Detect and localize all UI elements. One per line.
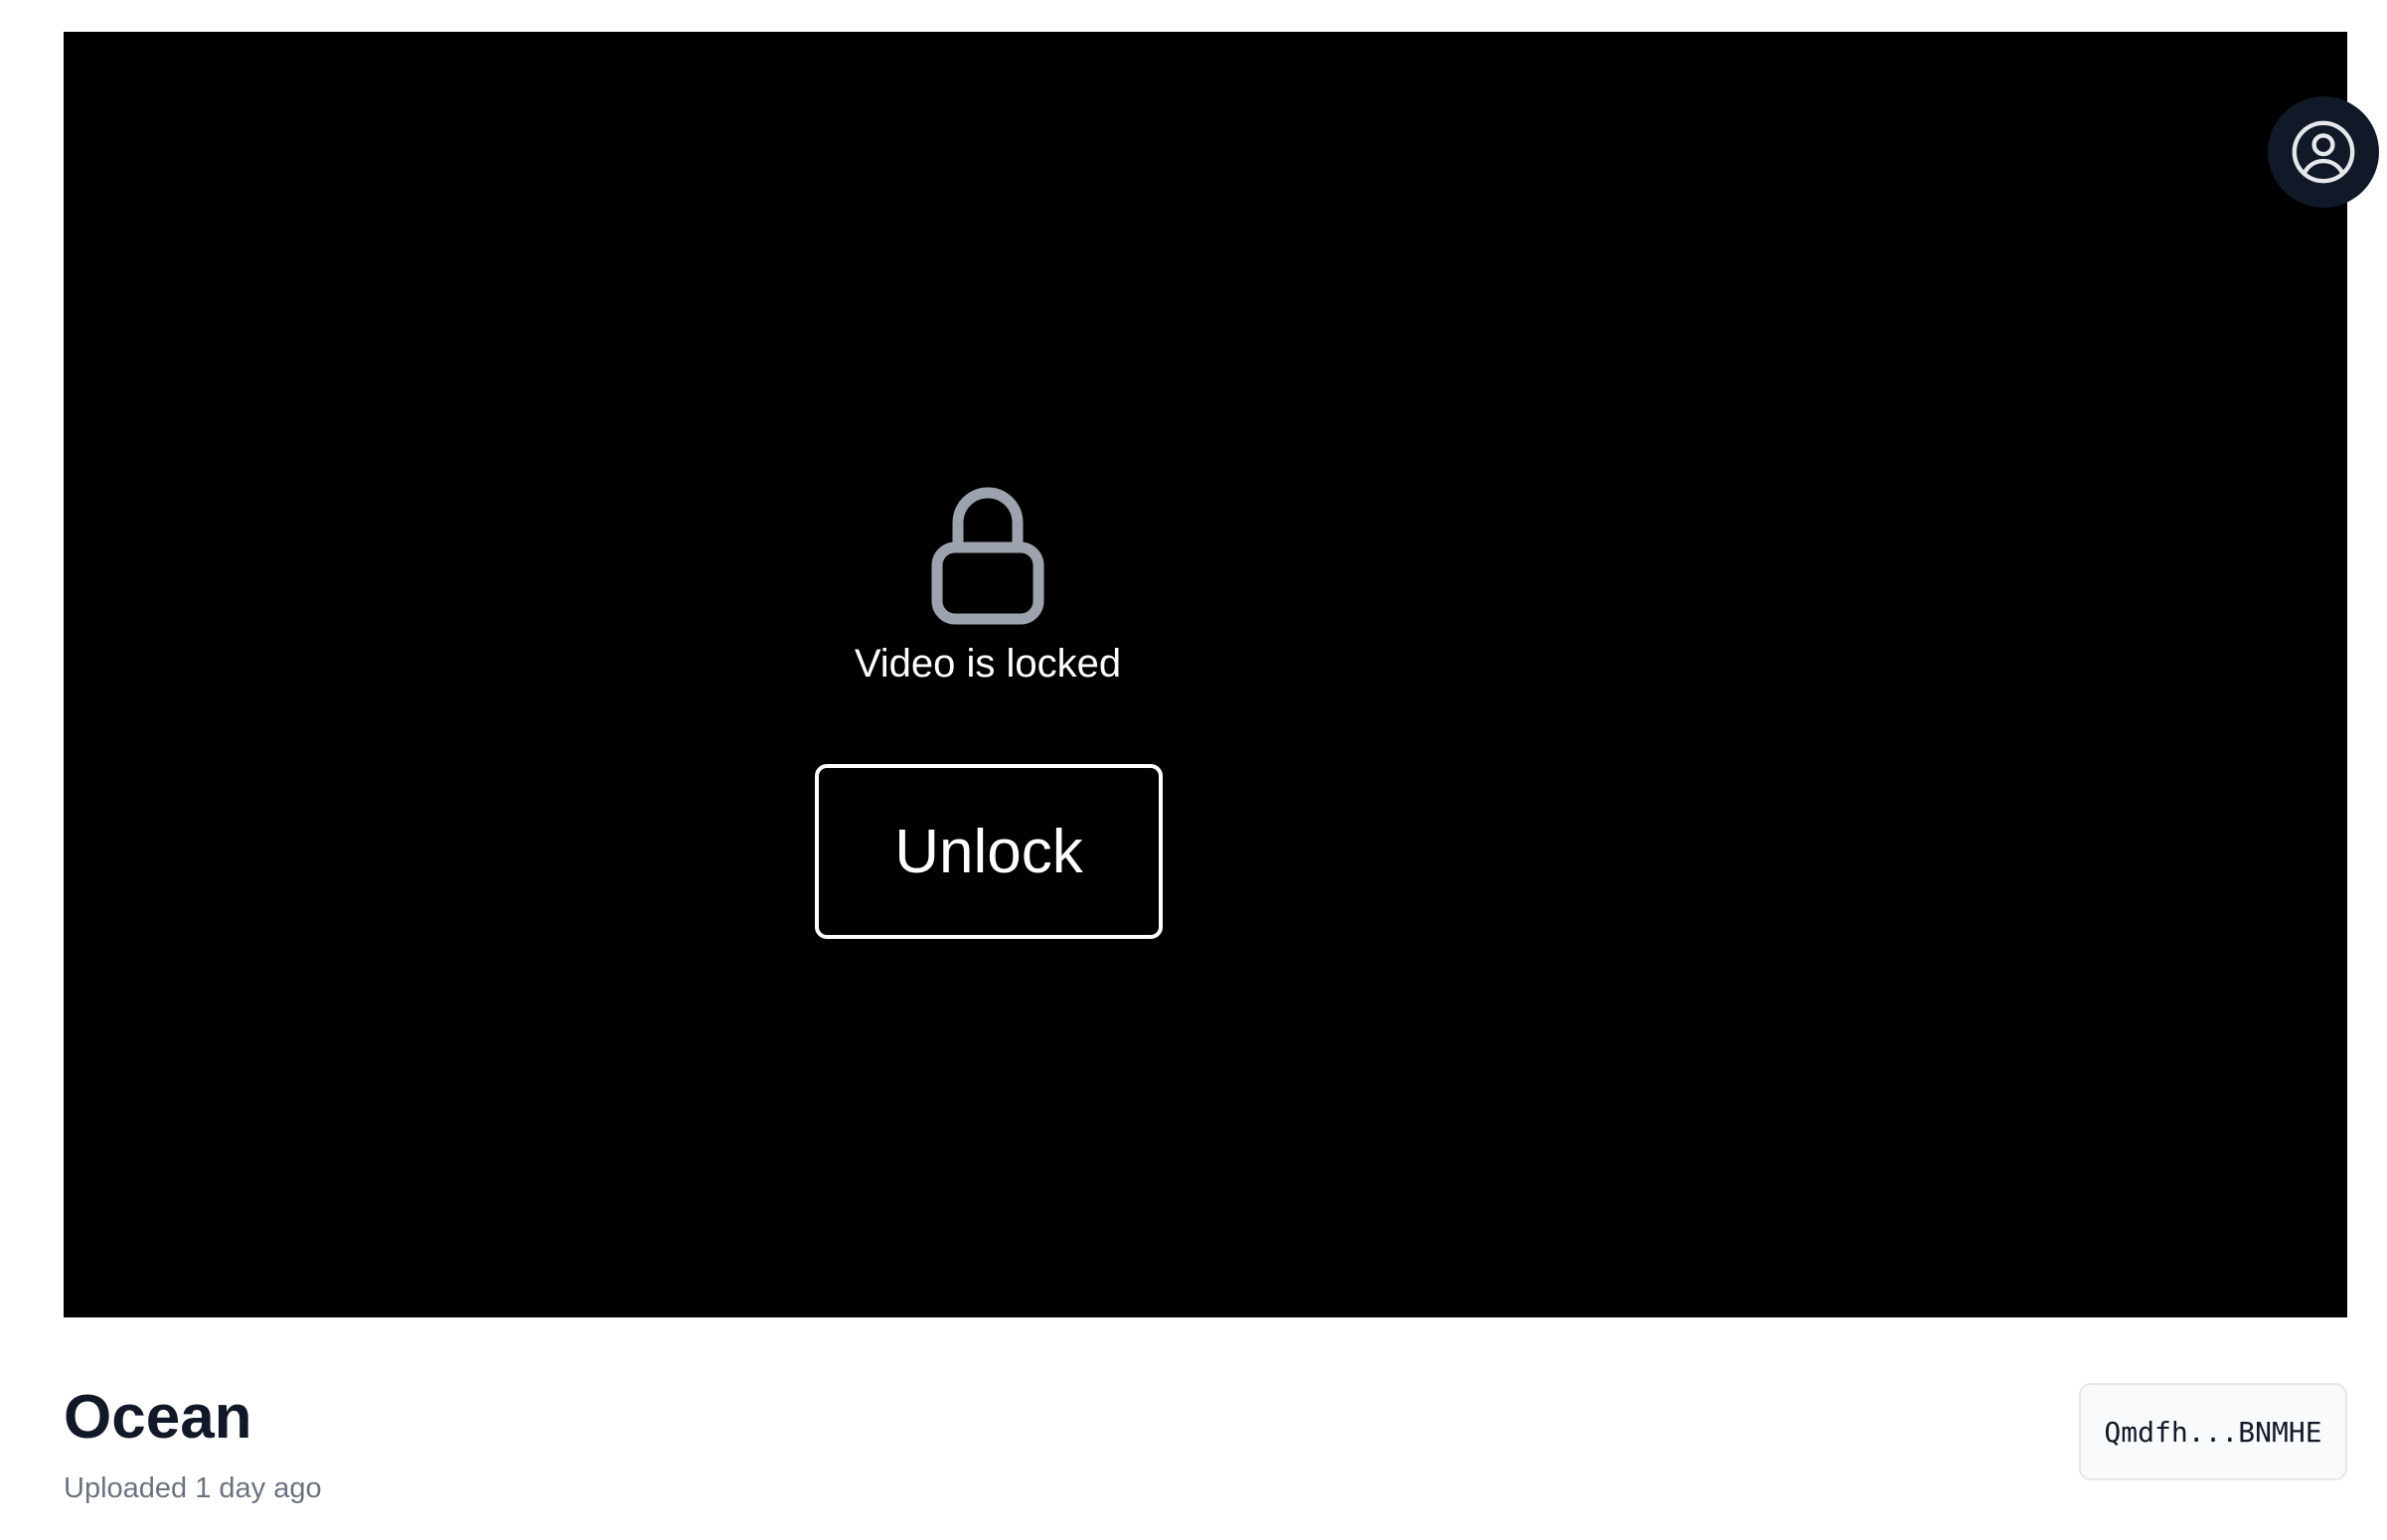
upload-time: Uploaded 1 day ago (64, 1472, 322, 1504)
video-title: Ocean (64, 1383, 252, 1452)
lock-icon (929, 484, 1046, 625)
locked-message: Video is locked (854, 642, 1122, 686)
video-player: Video is locked Unlock (64, 32, 2379, 1317)
unlock-button[interactable]: Unlock (815, 764, 1163, 939)
lock-overlay: Video is locked (789, 484, 1187, 688)
content-hash-badge[interactable]: Qmdfh...BNMHE (2079, 1383, 2347, 1480)
account-button[interactable] (2268, 96, 2379, 208)
user-circle-icon (2292, 120, 2355, 184)
video-page: Video is locked Unlock Ocean Uploaded 1 … (0, 0, 2387, 1540)
